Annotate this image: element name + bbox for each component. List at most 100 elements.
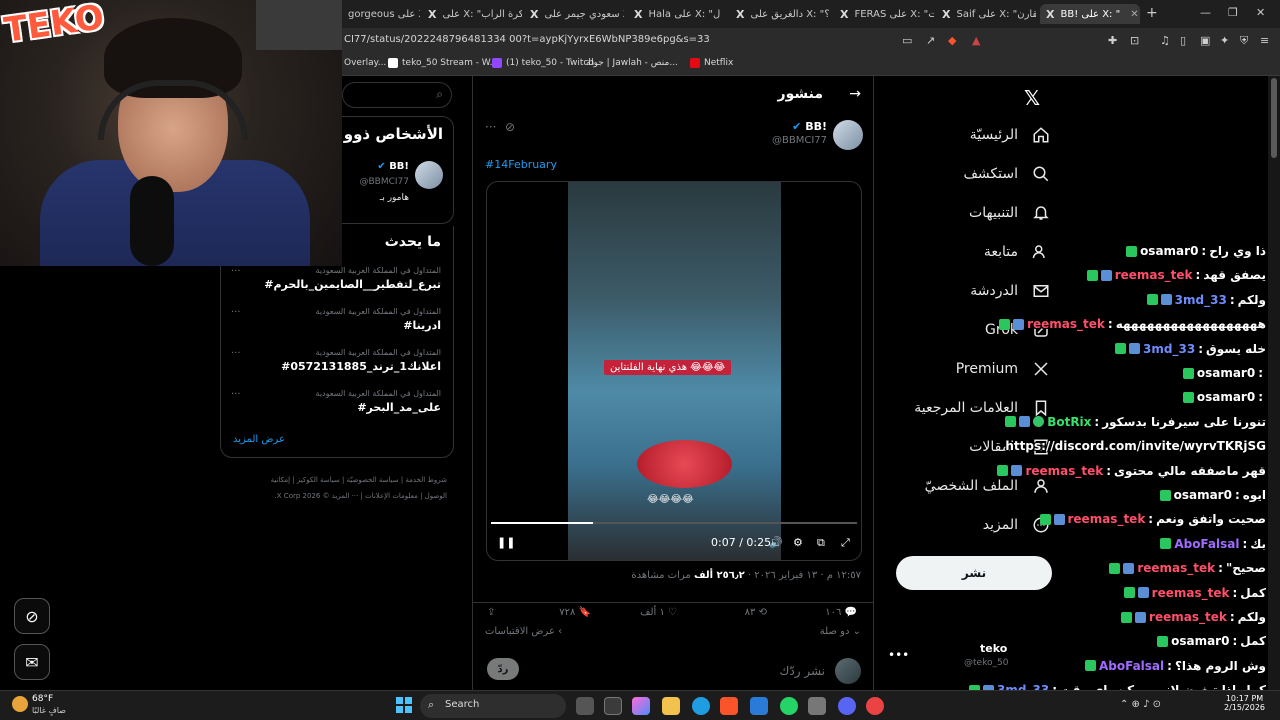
- chat-username[interactable]: 3md_33: [1175, 293, 1227, 307]
- video-progress-bar[interactable]: [491, 522, 857, 524]
- tab-1[interactable]: gorgeous على X: ": [342, 4, 420, 24]
- chat-username[interactable]: AboFalsal: [1099, 659, 1164, 673]
- brave-shield-icon[interactable]: ◆: [948, 34, 956, 47]
- chat-username[interactable]: osamar0: [1197, 366, 1255, 380]
- new-tab-button[interactable]: +: [1146, 5, 1158, 21]
- reply-submit-button[interactable]: ردّ: [487, 658, 519, 680]
- footer-links[interactable]: شروط الخدمة | سياسة الخصوصيّة | سياسة ال…: [252, 472, 447, 504]
- back-arrow-icon[interactable]: →: [849, 86, 861, 102]
- account-name[interactable]: ✔ BB!: [377, 161, 409, 172]
- extensions-icon[interactable]: ✚: [1108, 34, 1117, 47]
- quotes-link[interactable]: عرض الاقتباسات ‹: [485, 626, 562, 637]
- tab-active[interactable]: X BB! على X: " ✕: [1040, 4, 1140, 24]
- screenshot-icon[interactable]: ⊡: [1130, 34, 1139, 47]
- store-icon[interactable]: [750, 697, 768, 715]
- settings-icon[interactable]: ⚙: [793, 536, 803, 549]
- obs-icon[interactable]: [866, 697, 884, 715]
- chat-username[interactable]: reemas_tek: [1137, 561, 1215, 575]
- tab-3[interactable]: X سعودي جيمر على X:: [524, 4, 624, 24]
- bookmark-stream[interactable]: teko_50 Stream - W...: [388, 58, 498, 68]
- tab-7[interactable]: X Saif على X: "ن يقارن: [936, 4, 1036, 24]
- pause-icon[interactable]: ❚❚: [497, 536, 515, 549]
- copilot-icon[interactable]: [632, 697, 650, 715]
- video-player[interactable]: هذي نهاية الفلنتاين 😂😂😂 😂😂😂😂 ❚❚ 0:07 / 0…: [486, 181, 862, 561]
- messages-fab-button[interactable]: ✉: [14, 644, 50, 680]
- cast-icon[interactable]: ▭: [902, 34, 912, 47]
- grok-fab-button[interactable]: ⊘: [14, 598, 50, 634]
- share-button[interactable]: ⇪: [487, 607, 495, 618]
- chat-username[interactable]: AboFalsal: [1174, 537, 1239, 551]
- author-handle[interactable]: @BBMCI77: [772, 135, 827, 146]
- chat-username[interactable]: osamar0: [1171, 634, 1229, 648]
- hashtag-link[interactable]: #14February: [485, 158, 557, 171]
- weather-icon[interactable]: [12, 696, 28, 712]
- avatar[interactable]: [833, 120, 863, 150]
- whatsapp-icon[interactable]: [780, 697, 798, 715]
- close-icon[interactable]: ✕: [1130, 9, 1138, 20]
- trend-item[interactable]: المتداول في المملكة العربية السعودية #اع…: [231, 348, 441, 384]
- system-tray[interactable]: ⌃ ⊕ ♪ ⊙: [1120, 699, 1161, 710]
- trend-item[interactable]: المتداول في المملكة العربية السعودية #عل…: [231, 389, 441, 425]
- chat-username[interactable]: 3md_33: [1143, 342, 1195, 356]
- windows-start-icon[interactable]: [396, 697, 412, 713]
- share-icon[interactable]: ↗: [926, 34, 935, 47]
- minimize-button[interactable]: —: [1200, 6, 1211, 19]
- tab-5[interactable]: X دالغريق على X: "؟: [730, 4, 830, 24]
- trend-item[interactable]: المتداول في المملكة العربية السعودية #اد…: [231, 307, 441, 343]
- brave-icon[interactable]: [720, 697, 738, 715]
- close-window-button[interactable]: ✕: [1256, 6, 1265, 19]
- fullscreen-icon[interactable]: ⤢: [841, 536, 850, 550]
- bookmark-twitch[interactable]: (1) teko_50 - Twitch: [492, 58, 594, 68]
- more-icon[interactable]: ···: [231, 307, 241, 318]
- more-icon[interactable]: ···: [485, 120, 496, 134]
- more-icon[interactable]: ···: [231, 348, 241, 359]
- more-icon[interactable]: ···: [231, 266, 241, 277]
- app-icon[interactable]: [808, 697, 826, 715]
- discord-icon[interactable]: [838, 697, 856, 715]
- chat-username[interactable]: reemas_tek: [1149, 610, 1227, 624]
- menu-icon[interactable]: ≡: [1260, 34, 1269, 47]
- bookmark-netflix[interactable]: Netflix: [690, 58, 733, 68]
- trend-item[interactable]: المتداول في المملكة العربية السعودية #تب…: [231, 266, 441, 302]
- reply-input[interactable]: نشر ردّك: [779, 664, 825, 678]
- repost-button[interactable]: ٨٣ ⟲: [745, 607, 767, 618]
- bookmark-overlay[interactable]: Overlay...: [344, 58, 386, 68]
- chat-username[interactable]: reemas_tek: [1025, 464, 1103, 478]
- chat-username[interactable]: reemas_tek: [1115, 268, 1193, 282]
- chat-username[interactable]: reemas_tek: [1068, 512, 1146, 526]
- chat-username[interactable]: osamar0: [1174, 488, 1232, 502]
- chat-username[interactable]: reemas_tek: [1152, 586, 1230, 600]
- like-button[interactable]: ١ ألف ♡: [640, 607, 677, 618]
- file-explorer-icon[interactable]: [662, 697, 680, 715]
- show-more-link[interactable]: عرض المزيد: [233, 434, 285, 445]
- grok-icon[interactable]: ⊘: [505, 120, 515, 134]
- author-name[interactable]: ✔ BB!: [792, 120, 827, 133]
- task-view-icon[interactable]: [576, 697, 594, 715]
- edge-icon[interactable]: [692, 697, 710, 715]
- x-logo[interactable]: 𝕏: [1024, 86, 1040, 110]
- wallet-icon[interactable]: ▣: [1200, 34, 1210, 47]
- widgets-icon[interactable]: [604, 697, 622, 715]
- avatar[interactable]: [415, 161, 443, 189]
- tab-6[interactable]: X FERAS على X: "ت: [834, 4, 934, 24]
- rewards-icon[interactable]: ▲: [972, 34, 980, 47]
- maximize-button[interactable]: ❐: [1228, 6, 1238, 19]
- audience-selector[interactable]: دو صلة ⌄: [820, 626, 861, 637]
- search-input[interactable]: ⌕: [342, 82, 452, 108]
- sidebar-icon[interactable]: ▯: [1180, 34, 1186, 47]
- volume-icon[interactable]: 🔊: [769, 536, 783, 549]
- chat-username[interactable]: reemas_tek: [1027, 317, 1105, 331]
- bookmark-button[interactable]: ٧٢٨ 🔖: [559, 607, 591, 618]
- leo-icon[interactable]: ✦: [1220, 34, 1229, 47]
- chat-username[interactable]: osamar0: [1197, 390, 1255, 404]
- music-icon[interactable]: ♫: [1160, 34, 1170, 47]
- popout-icon[interactable]: ⧉: [817, 536, 825, 550]
- chat-username[interactable]: BotRix: [1047, 415, 1091, 429]
- bookmark-jawlah[interactable]: جولة | Jawlah - منص...: [586, 58, 678, 68]
- more-icon[interactable]: ···: [231, 389, 241, 400]
- reply-button[interactable]: ١٠٦ 💬: [825, 607, 857, 618]
- scrollbar-thumb[interactable]: [1271, 78, 1277, 158]
- tab-2[interactable]: X على X: "فكرة الراب: [422, 4, 522, 24]
- taskbar-search[interactable]: ⌕ Search: [420, 694, 566, 718]
- chat-username[interactable]: osamar0: [1140, 244, 1198, 258]
